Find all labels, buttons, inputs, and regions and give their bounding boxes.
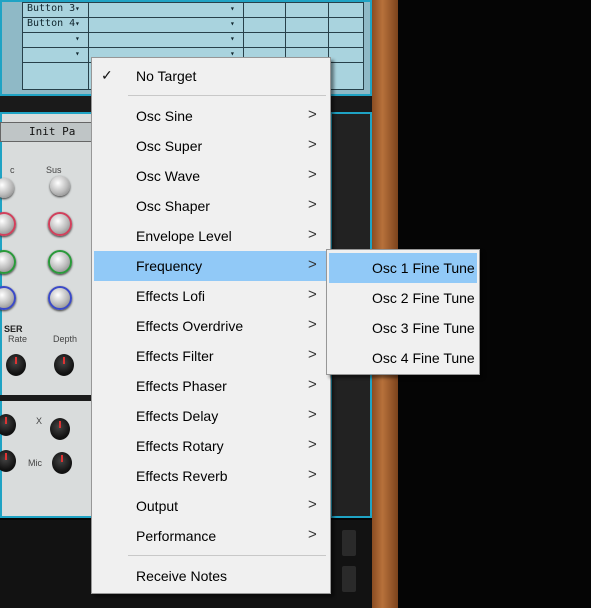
submenu-arrow-icon: > — [308, 376, 317, 393]
x-label: X — [36, 416, 43, 426]
dropdown-arrow-icon[interactable]: ▾ — [230, 4, 235, 13]
menu-item-osc-sine[interactable]: Osc Sine > — [94, 101, 328, 131]
submenu-arrow-icon: > — [308, 406, 317, 423]
lcd-row[interactable]: Button 4 ▾ ▾ — [23, 18, 363, 33]
menu-item-osc-wave[interactable]: Osc Wave > — [94, 161, 328, 191]
menu-item-osc-shaper[interactable]: Osc Shaper > — [94, 191, 328, 221]
dropdown-arrow-icon[interactable]: ▾ — [230, 19, 235, 28]
menu-separator — [128, 555, 326, 556]
menu-item-effects-phaser[interactable]: Effects Phaser > — [94, 371, 328, 401]
menu-item-performance[interactable]: Performance > — [94, 521, 328, 551]
dropdown-arrow-icon[interactable]: ▾ — [75, 4, 80, 13]
dropdown-arrow-icon[interactable]: ▾ — [75, 49, 80, 58]
submenu-arrow-icon: > — [308, 496, 317, 513]
submenu-arrow-icon: > — [308, 526, 317, 543]
patch-name: Init Pa — [29, 125, 76, 138]
submenu-arrow-icon: > — [308, 136, 317, 153]
knob-label: c — [10, 165, 15, 175]
knob[interactable] — [48, 212, 72, 236]
submenu-arrow-icon: > — [308, 166, 317, 183]
submenu-arrow-icon: > — [308, 196, 317, 213]
dropdown-arrow-icon[interactable]: ▾ — [75, 34, 80, 43]
sustain-knob[interactable] — [50, 176, 70, 196]
submenu-arrow-icon: > — [308, 346, 317, 363]
submenu-arrow-icon: > — [308, 436, 317, 453]
frequency-submenu: Osc 1 Fine Tune Osc 2 Fine Tune Osc 3 Fi… — [326, 249, 480, 375]
depth-label: Depth — [53, 334, 78, 344]
menu-item-label: Effects Overdrive — [136, 318, 244, 334]
submenu-item-label: Osc 4 Fine Tune — [372, 350, 475, 366]
submenu-arrow-icon: > — [308, 316, 317, 333]
submenu-arrow-icon: > — [308, 226, 317, 243]
menu-item-label: Effects Phaser — [136, 378, 227, 394]
menu-item-label: Effects Reverb — [136, 468, 228, 484]
submenu-arrow-icon: > — [308, 256, 317, 273]
menu-item-label: Effects Rotary — [136, 438, 224, 454]
menu-item-label: No Target — [136, 68, 197, 84]
menu-item-frequency[interactable]: Frequency > — [94, 251, 328, 281]
submenu-arrow-icon: > — [308, 286, 317, 303]
rack-slot — [342, 566, 356, 592]
rate-label: Rate — [8, 334, 28, 344]
submenu-arrow-icon: > — [308, 466, 317, 483]
submenu-arrow-icon: > — [308, 106, 317, 123]
menu-item-receive-notes[interactable]: Receive Notes — [94, 561, 328, 591]
menu-item-label: Frequency — [136, 258, 203, 274]
menu-item-label: Envelope Level — [136, 228, 232, 244]
menu-item-envelope-level[interactable]: Envelope Level > — [94, 221, 328, 251]
menu-item-effects-filter[interactable]: Effects Filter > — [94, 341, 328, 371]
submenu-item-label: Osc 3 Fine Tune — [372, 320, 475, 336]
dropdown-arrow-icon[interactable]: ▾ — [75, 19, 80, 28]
mic-label: Mic — [28, 458, 42, 468]
menu-item-label: Effects Delay — [136, 408, 219, 424]
mic-knob[interactable] — [52, 452, 72, 474]
submenu-item-label: Osc 2 Fine Tune — [372, 290, 475, 306]
rack-slot — [342, 530, 356, 556]
menu-item-label: Effects Filter — [136, 348, 214, 364]
knob[interactable] — [48, 286, 72, 310]
checkmark-icon: ✓ — [101, 67, 113, 83]
menu-item-effects-rotary[interactable]: Effects Rotary > — [94, 431, 328, 461]
menu-separator — [128, 95, 326, 96]
submenu-item-label: Osc 1 Fine Tune — [372, 260, 475, 276]
dropdown-arrow-icon[interactable]: ▾ — [230, 34, 235, 43]
menu-item-label: Osc Super — [136, 138, 203, 154]
menu-item-effects-reverb[interactable]: Effects Reverb > — [94, 461, 328, 491]
knob-label: Sus — [46, 165, 62, 175]
context-menu: ✓ No Target Osc Sine > Osc Super > Osc W… — [91, 57, 331, 594]
rate-knob[interactable] — [6, 354, 26, 376]
menu-item-label: Osc Wave — [136, 168, 201, 184]
lcd-row-label: Button 4 — [27, 18, 76, 29]
menu-item-effects-lofi[interactable]: Effects Lofi > — [94, 281, 328, 311]
lcd-row[interactable]: ▾ ▾ — [23, 33, 363, 48]
menu-item-no-target[interactable]: ✓ No Target — [94, 61, 328, 91]
section-divider — [0, 395, 96, 401]
submenu-item-osc4-fine-tune[interactable]: Osc 4 Fine Tune — [329, 343, 477, 373]
menu-item-label: Performance — [136, 528, 217, 544]
lcd-column-divider — [88, 3, 89, 89]
menu-item-effects-delay[interactable]: Effects Delay > — [94, 401, 328, 431]
submenu-item-osc3-fine-tune[interactable]: Osc 3 Fine Tune — [329, 313, 477, 343]
patch-name-display[interactable]: Init Pa — [0, 122, 98, 142]
menu-item-effects-overdrive[interactable]: Effects Overdrive > — [94, 311, 328, 341]
x-knob[interactable] — [50, 418, 70, 440]
menu-item-label: Osc Shaper — [136, 198, 210, 214]
submenu-item-osc2-fine-tune[interactable]: Osc 2 Fine Tune — [329, 283, 477, 313]
submenu-item-osc1-fine-tune[interactable]: Osc 1 Fine Tune — [329, 253, 477, 283]
menu-item-label: Receive Notes — [136, 568, 228, 584]
menu-item-output[interactable]: Output > — [94, 491, 328, 521]
lcd-row-label: Button 3 — [27, 3, 76, 14]
menu-item-label: Osc Sine — [136, 108, 193, 124]
knob[interactable] — [48, 250, 72, 274]
menu-item-osc-super[interactable]: Osc Super > — [94, 131, 328, 161]
depth-knob[interactable] — [54, 354, 74, 376]
menu-item-label: Effects Lofi — [136, 288, 206, 304]
phaser-section-label: SER — [4, 324, 23, 334]
lcd-row[interactable]: Button 3 ▾ ▾ — [23, 3, 363, 18]
menu-item-label: Output — [136, 498, 179, 514]
